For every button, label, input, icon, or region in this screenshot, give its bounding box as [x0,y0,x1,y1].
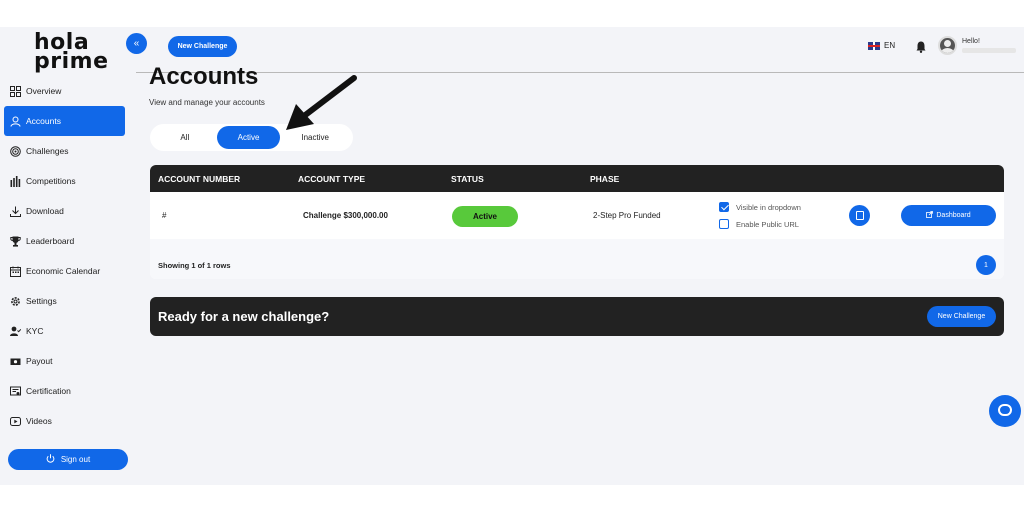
sidebar-item-label: Overview [26,86,62,96]
column-header: ACCOUNT NUMBER [158,174,241,184]
sidebar-item-challenges[interactable]: Challenges [4,136,125,166]
sidebar-item-label: Payout [26,356,53,366]
visible-in-dropdown-checkbox[interactable] [719,202,729,212]
bar-chart-icon [9,175,21,187]
top-bar: New Challenge EN Hello! [136,27,1024,73]
video-icon [9,415,21,427]
app-frame: hola prime Overview Accounts Challenges … [0,27,1024,485]
sidebar-item-settings[interactable]: Settings [4,286,125,316]
brand-logo[interactable]: hola prime [34,32,109,74]
page-subtitle: View and manage your accounts [149,98,265,107]
banner-new-challenge-button[interactable]: New Challenge [927,306,996,327]
account-type: Challenge $300,000.00 [303,211,388,220]
sidebar-item-kyc[interactable]: KYC [4,316,125,346]
sidebar-item-competitions[interactable]: Competitions [4,166,125,196]
external-link-icon [926,211,934,220]
user-check-icon [9,325,21,337]
sidebar-item-label: Challenges [26,146,69,156]
table-row: # Challenge $300,000.00 Active 2-Step Pr… [150,192,1004,239]
enable-public-url-label: Enable Public URL [736,220,799,229]
sidebar-item-download[interactable]: Download [4,196,125,226]
avatar[interactable] [938,36,957,55]
pagination-page[interactable]: 1 [976,255,996,275]
sidebar-item-videos[interactable]: Videos [4,406,125,436]
column-header: ACCOUNT TYPE [298,174,366,184]
table-footer [150,239,1004,279]
username-redacted [962,48,1016,53]
sidebar-item-label: Competitions [26,176,76,186]
sidebar-item-label: Settings [26,296,57,306]
sidebar-item-label: KYC [26,326,44,336]
sidebar-item-payout[interactable]: Payout [4,346,125,376]
enable-public-url-checkbox[interactable] [719,219,729,229]
target-icon [9,145,21,157]
sidebar-item-economic-calendar[interactable]: Economic Calendar [4,256,125,286]
sidebar-item-overview[interactable]: Overview [4,76,125,106]
new-challenge-button[interactable]: New Challenge [168,36,237,57]
column-header: STATUS [451,174,484,184]
column-header: PHASE [590,174,620,184]
sidebar-item-label: Videos [26,416,52,426]
annotation-arrow [286,75,357,130]
signout-button[interactable]: Sign out [8,449,128,470]
sidebar-item-label: Certification [26,386,71,396]
trophy-icon [9,235,21,247]
bell-icon[interactable] [916,40,926,53]
row-count: Showing 1 of 1 rows [158,261,231,270]
sidebar-item-accounts[interactable]: Accounts [4,106,125,136]
signout-label: Sign out [60,455,91,464]
chat-button[interactable] [989,395,1021,427]
sidebar-item-label: Leaderboard [26,236,75,246]
grid-icon [9,85,21,97]
banner-text: Ready for a new challenge? [158,309,330,324]
language-selector[interactable]: EN [868,41,895,50]
sidebar-item-label: Download [26,206,64,216]
dashboard-label: Dashboard [936,212,971,219]
calendar-icon [9,265,21,277]
account-number: # [162,211,167,220]
gear-icon [9,295,21,307]
tab-all[interactable]: All [153,126,217,149]
status-badge: Active [452,206,518,227]
download-icon [9,205,21,217]
language-code: EN [884,41,896,50]
sidebar-item-label: Accounts [26,116,61,126]
tab-active[interactable]: Active [216,126,281,149]
sidebar-item-leaderboard[interactable]: Leaderboard [4,226,125,256]
dashboard-button[interactable]: Dashboard [901,205,996,226]
brand-line-2: prime [34,49,109,74]
sidebar-item-label: Economic Calendar [26,266,101,276]
sidebar-nav: Overview Accounts Challenges Competition… [4,76,125,436]
page-title: Accounts [149,63,259,90]
new-challenge-banner: Ready for a new challenge? New Challenge [150,297,1004,336]
sidebar: hola prime Overview Accounts Challenges … [0,27,136,485]
table-header: ACCOUNT NUMBER ACCOUNT TYPE STATUS PHASE [150,165,1004,192]
greeting: Hello! [962,38,980,45]
power-icon [46,454,55,465]
copy-button[interactable] [849,205,870,226]
payout-icon [9,355,21,367]
user-icon [9,115,21,127]
account-phase: 2-Step Pro Funded [593,211,661,220]
visible-in-dropdown-label: Visible in dropdown [736,203,801,212]
sidebar-item-certification[interactable]: Certification [4,376,125,406]
accounts-table: ACCOUNT NUMBER ACCOUNT TYPE STATUS PHASE… [150,165,1004,279]
certificate-icon [9,385,21,397]
uk-flag-icon [868,41,880,50]
